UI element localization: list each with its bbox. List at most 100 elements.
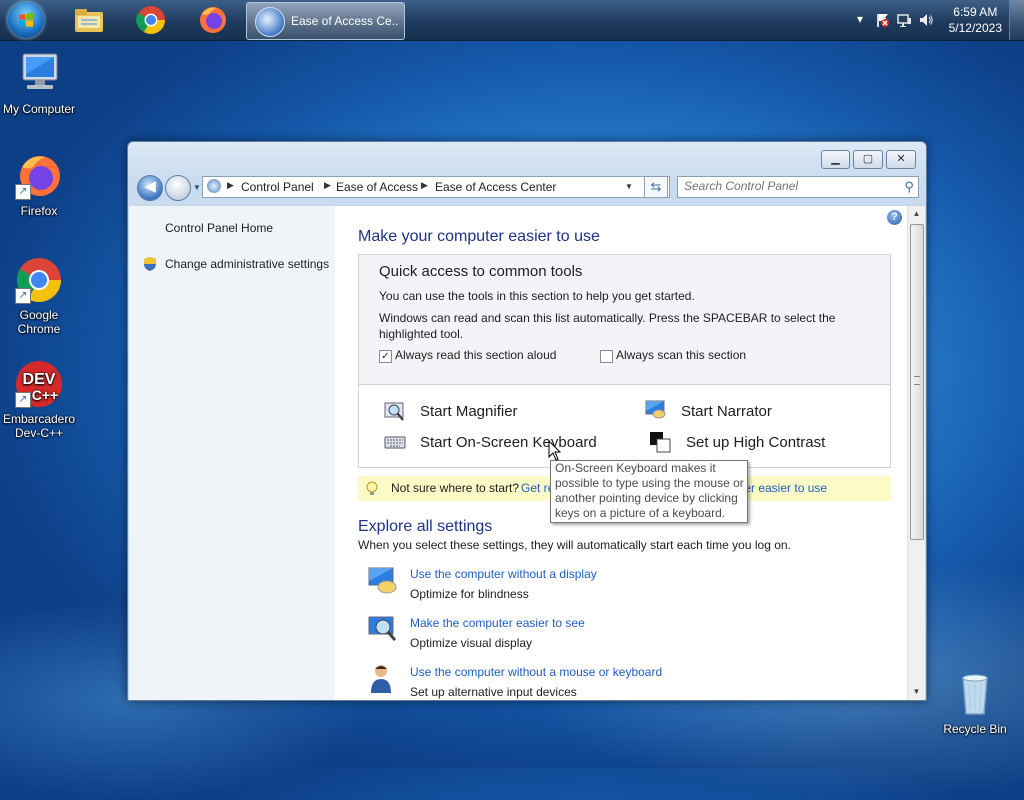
action-center-flag-icon[interactable] [874, 12, 890, 28]
desktop-icon-devcpp[interactable]: DEV C++ ↗ Embarcadero Dev-C++ [0, 360, 78, 440]
navigation-bar: ◀ ▼ ▶ Control Panel ▶ Ease of Access ▶ E… [136, 174, 919, 202]
uac-shield-icon [144, 257, 156, 271]
shortcut-arrow-icon: ↗ [15, 184, 31, 200]
magnifier-icon [384, 402, 404, 421]
address-dropdown-icon[interactable]: ▼ [625, 182, 633, 191]
devcpp-logo-sub: C++ [32, 387, 58, 403]
breadcrumb-ease-of-access[interactable]: Ease of Access [336, 180, 418, 194]
high-contrast-icon [650, 432, 671, 453]
scan-checkbox[interactable] [600, 350, 613, 363]
clock-time: 6:59 AM [953, 5, 998, 19]
taskbar: Ease of Access Ce... ▾ 6:59 AM 5/12/2023 [0, 0, 1024, 41]
main-content: ? Make your computer easier to use Quick… [335, 205, 925, 700]
minimize-button[interactable]: ▁ [821, 150, 850, 169]
breadcrumb-control-panel[interactable]: Control Panel [241, 180, 314, 194]
use-without-display-sub: Optimize for blindness [410, 587, 529, 601]
start-button[interactable] [8, 2, 44, 38]
page-title: Make your computer easier to use [358, 228, 600, 245]
recycle-bin-icon [951, 670, 999, 718]
recent-pages-dropdown[interactable]: ▼ [193, 183, 201, 192]
search-icon[interactable]: ⚲ [904, 179, 914, 195]
left-navigation-pane: Control Panel Home Change administrative… [129, 205, 335, 700]
forward-button[interactable] [165, 175, 191, 201]
quick-access-header: Quick access to common tools You can use… [359, 255, 890, 385]
thumb-grip-icon [914, 376, 920, 385]
on-screen-keyboard-tooltip: On-Screen Keyboard makes it possible to … [550, 460, 748, 523]
quick-access-section: Quick access to common tools You can use… [358, 254, 891, 468]
show-desktop-button[interactable] [1009, 0, 1024, 40]
close-button[interactable]: ✕ [886, 150, 916, 169]
refresh-button[interactable]: ⇆ [644, 176, 668, 198]
tip-link-end[interactable]: ter easier to use [741, 481, 827, 495]
start-narrator-link[interactable]: Start Narrator [681, 403, 772, 420]
desktop-icon-label: Embarcadero Dev-C++ [2, 412, 76, 440]
change-administrative-settings-link[interactable]: Change administrative settings [165, 257, 329, 271]
shortcut-arrow-icon: ↗ [15, 392, 31, 408]
quick-access-title: Quick access to common tools [379, 263, 583, 280]
keyboard-icon [384, 436, 406, 449]
system-tray: ▾ 6:59 AM 5/12/2023 [834, 0, 1024, 40]
quick-access-line-1: You can use the tools in this section to… [379, 289, 695, 303]
desktop-icon-my-computer[interactable]: My Computer [0, 50, 78, 116]
scroll-up-arrow-icon[interactable]: ▲ [908, 206, 925, 222]
control-panel-icon [207, 179, 221, 193]
volume-icon[interactable] [918, 12, 934, 28]
firefox-icon[interactable] [197, 4, 229, 36]
breadcrumb-separator-icon[interactable]: ▶ [421, 180, 428, 191]
shortcut-arrow-icon: ↗ [15, 288, 31, 304]
use-without-mouse-keyboard-link[interactable]: Use the computer without a mouse or keyb… [410, 665, 662, 679]
ease-of-access-icon [255, 7, 285, 37]
set-up-high-contrast-link[interactable]: Set up High Contrast [686, 434, 825, 451]
make-easier-to-see-sub: Optimize visual display [410, 636, 533, 650]
vertical-scrollbar[interactable]: ▲ ▼ [907, 206, 925, 700]
explore-title: Explore all settings [358, 518, 493, 535]
use-without-mouse-keyboard-sub: Set up alternative input devices [410, 685, 577, 699]
read-aloud-checkbox[interactable]: ✓ [379, 350, 392, 363]
start-on-screen-keyboard-link[interactable]: Start On-Screen Keyboard [420, 434, 597, 451]
folder-icon[interactable] [73, 4, 105, 36]
magnifier-display-icon [368, 616, 397, 641]
windows-logo-icon [19, 13, 33, 27]
quick-access-line-2: Windows can read and scan this list auto… [379, 311, 836, 341]
maximize-button[interactable]: ▢ [853, 150, 883, 169]
tooltip-line: keys on a picture of a keyboard. [555, 506, 726, 520]
chevron-up-icon[interactable]: ▾ [852, 12, 868, 28]
make-easier-to-see-link[interactable]: Make the computer easier to see [410, 616, 585, 630]
breadcrumb-ease-of-access-center[interactable]: Ease of Access Center [435, 180, 556, 194]
back-button[interactable]: ◀ [137, 175, 163, 201]
firefox-icon: ↗ [15, 152, 63, 200]
control-panel-home-link[interactable]: Control Panel Home [165, 221, 273, 235]
desktop-icon-firefox[interactable]: ↗ Firefox [0, 152, 78, 218]
scroll-down-arrow-icon[interactable]: ▼ [908, 684, 925, 700]
ease-of-access-window: ▁ ▢ ✕ ◀ ▼ ▶ Control Panel ▶ Ease of Acce… [127, 141, 927, 701]
tip-prefix: Not sure where to start? [391, 481, 520, 495]
desktop-icon-label: Firefox [20, 204, 58, 218]
taskbar-ease-of-access-button[interactable]: Ease of Access Ce... [246, 2, 405, 40]
tooltip-line: another pointing device by clicking [555, 491, 738, 505]
use-without-display-link[interactable]: Use the computer without a display [410, 567, 597, 581]
search-box[interactable]: ⚲ [677, 176, 919, 198]
narrator-icon [645, 400, 666, 419]
display-narrator-icon [368, 567, 397, 594]
help-icon[interactable]: ? [887, 210, 902, 225]
clock[interactable]: 6:59 AM 5/12/2023 [949, 4, 1002, 36]
chrome-icon[interactable] [135, 4, 167, 36]
clock-date: 5/12/2023 [948, 21, 1002, 35]
network-icon[interactable] [896, 12, 912, 28]
scrollbar-thumb[interactable] [910, 224, 924, 540]
breadcrumb-separator-icon[interactable]: ▶ [324, 180, 331, 191]
desktop-icon-label: Google Chrome [17, 308, 61, 336]
breadcrumb-separator-icon[interactable]: ▶ [227, 180, 234, 191]
person-input-icon [371, 665, 391, 693]
scan-label[interactable]: Always scan this section [616, 348, 746, 362]
desktop-icon-recycle-bin[interactable]: Recycle Bin [936, 670, 1014, 736]
mouse-cursor-icon [548, 440, 562, 461]
devcpp-logo-text: DEV [23, 371, 56, 388]
address-bar[interactable]: ▶ Control Panel ▶ Ease of Access ▶ Ease … [202, 176, 670, 198]
search-input[interactable] [678, 177, 894, 195]
tooltip-line: On-Screen Keyboard makes it [555, 461, 716, 475]
chrome-icon: ↗ [15, 256, 63, 304]
read-aloud-label[interactable]: Always read this section aloud [395, 348, 556, 362]
start-magnifier-link[interactable]: Start Magnifier [420, 403, 518, 420]
desktop-icon-google-chrome[interactable]: ↗ Google Chrome [0, 256, 78, 336]
